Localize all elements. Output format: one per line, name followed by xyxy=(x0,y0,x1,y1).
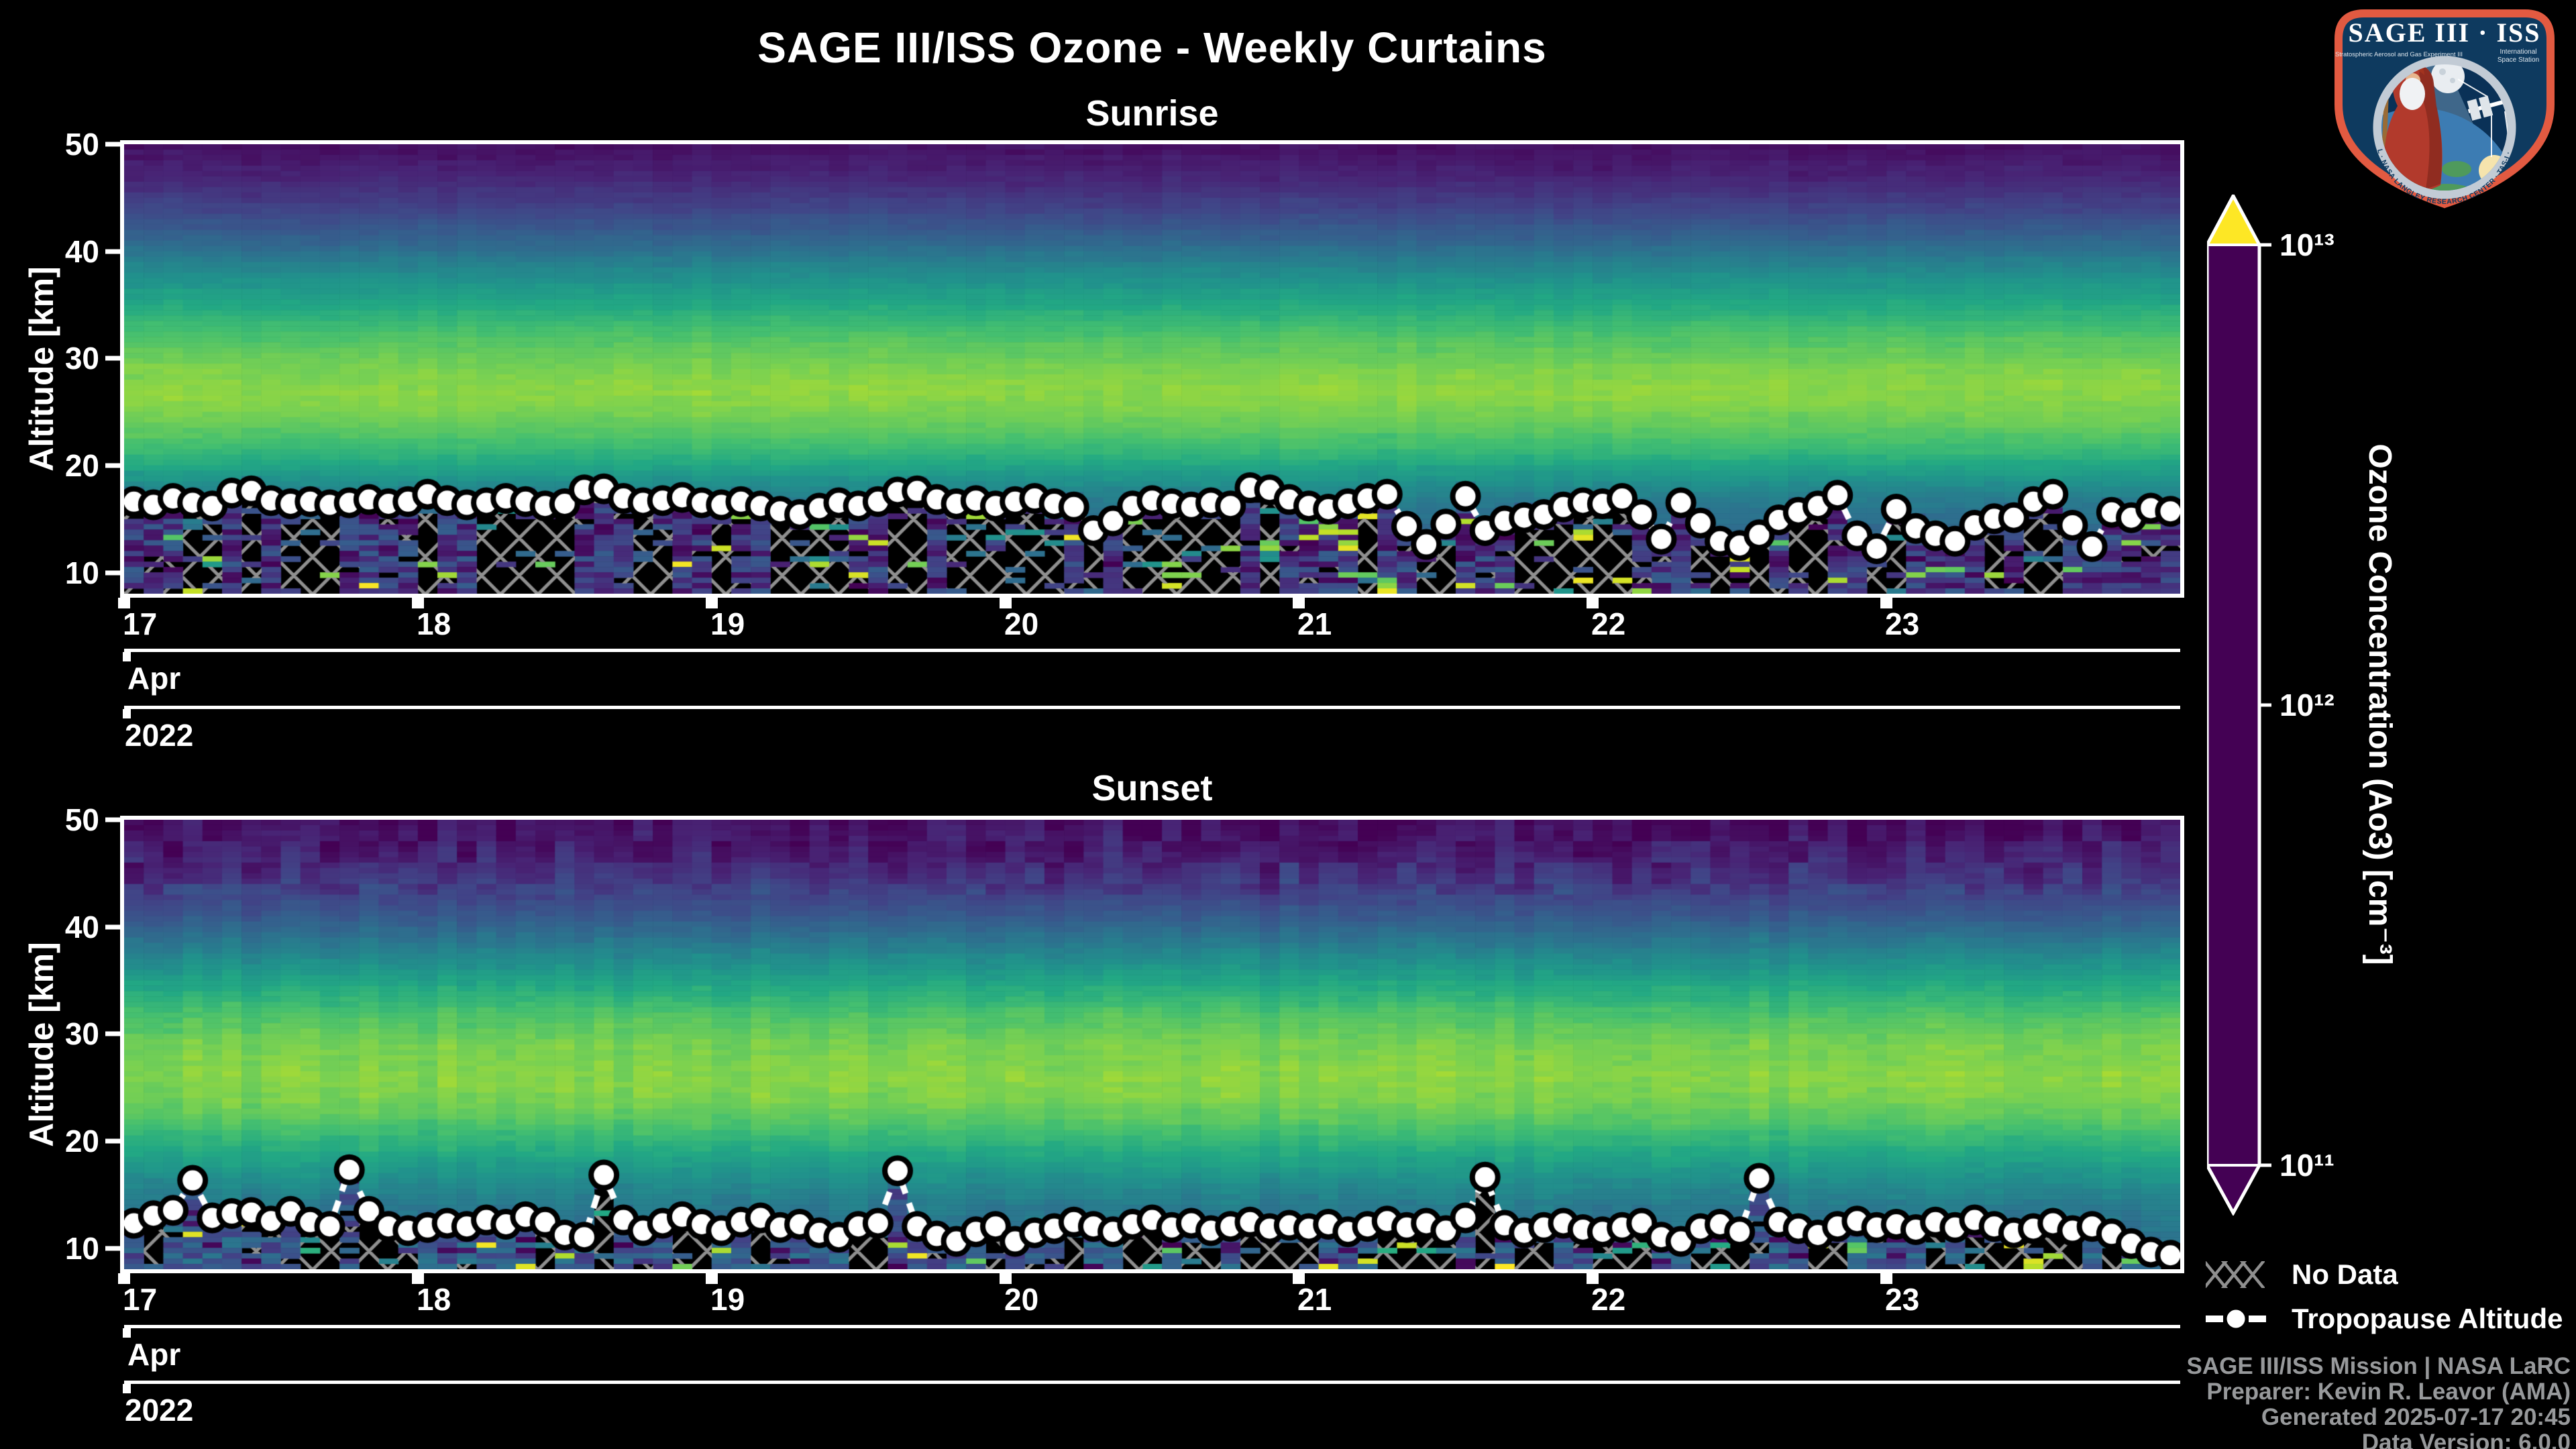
y-tick-label: 30 xyxy=(64,341,99,376)
no-data-legend-label: No Data xyxy=(2292,1258,2398,1290)
colorbar-tick-label: 10¹³ xyxy=(2279,227,2334,262)
y-tick-label: 50 xyxy=(64,127,99,162)
y-tick-label: 40 xyxy=(64,234,99,269)
patch-subtitle-right-1: International xyxy=(2500,48,2536,56)
x-tick-label: 18 xyxy=(417,606,451,641)
year-axis-line xyxy=(124,1381,2180,1384)
x-tick-label: 18 xyxy=(417,1282,451,1317)
month-label: Apr xyxy=(127,1337,181,1372)
legend-dash-icon xyxy=(2249,1316,2266,1322)
y-tick xyxy=(105,1138,120,1144)
x-tick-label: 23 xyxy=(1885,606,1920,641)
colorbar-extend-min-arrow xyxy=(2207,1165,2259,1213)
colorbar-tick-label: 10¹² xyxy=(2279,688,2334,722)
patch-title: SAGE III · ISS xyxy=(2348,17,2540,48)
attribution-block: SAGE III/ISS Mission | NASA LaRC Prepare… xyxy=(2187,1354,2571,1449)
sage-iii-iss-mission-patch-logo: SAGE III · ISS Stratospheric Aerosol and… xyxy=(2318,4,2555,209)
sunset-heatmap-canvas xyxy=(124,820,2180,1269)
patch-subtitle-right-2: Space Station xyxy=(2498,56,2539,64)
y-tick xyxy=(105,142,120,147)
colorbar xyxy=(2207,195,2271,1216)
x-tick-label: 20 xyxy=(1004,606,1039,641)
attribution-generated: Generated 2025-07-17 20:45 xyxy=(2261,1404,2571,1430)
page-title: SAGE III/ISS Ozone - Weekly Curtains xyxy=(757,23,1547,72)
x-tick-label: 21 xyxy=(1297,1282,1332,1317)
legend-dash-icon xyxy=(2206,1316,2223,1322)
y-tick-label: 20 xyxy=(64,448,99,483)
y-tick xyxy=(105,924,120,930)
y-tick xyxy=(105,1246,120,1251)
legend-marker-circle-icon xyxy=(2223,1306,2249,1332)
x-tick-label: 21 xyxy=(1297,606,1332,641)
x-tick-label: 20 xyxy=(1004,1282,1039,1317)
month-axis-line xyxy=(124,649,2180,652)
y-tick-label: 20 xyxy=(64,1124,99,1159)
y-tick xyxy=(105,570,120,576)
x-tick-label: 17 xyxy=(123,1282,158,1317)
y-tick-label: 10 xyxy=(64,1231,99,1266)
panel-title-sunrise: Sunrise xyxy=(1085,93,1219,133)
year-label: 2022 xyxy=(125,1393,194,1428)
attribution-mission: SAGE III/ISS Mission | NASA LaRC xyxy=(2186,1353,2571,1379)
year-label: 2022 xyxy=(125,718,194,753)
x-tick-label: 17 xyxy=(123,606,158,641)
attribution-data-version: Data Version: 6.0.0 xyxy=(2361,1430,2571,1449)
colorbar-extend-max-arrow xyxy=(2207,196,2259,245)
colorbar-axis-label: Ozone Concentration (Ao3) [cm⁻³] xyxy=(2362,443,2398,965)
y-tick xyxy=(105,817,120,822)
x-tick-label: 22 xyxy=(1591,606,1626,641)
x-tick-label: 22 xyxy=(1591,1282,1626,1317)
sunrise-heatmap-canvas xyxy=(124,144,2180,594)
y-tick xyxy=(105,463,120,468)
month-label: Apr xyxy=(127,661,181,696)
sunset-panel-frame xyxy=(120,816,2184,1273)
panel-title-sunset: Sunset xyxy=(1091,768,1213,808)
x-tick-label: 23 xyxy=(1885,1282,1920,1317)
year-axis-line xyxy=(124,706,2180,709)
moon-crater xyxy=(2450,78,2455,83)
y-tick xyxy=(105,356,120,361)
y-tick-label: 30 xyxy=(64,1016,99,1051)
tropopause-legend-label: Tropopause Altitude xyxy=(2292,1303,2563,1334)
x-tick-label: 19 xyxy=(710,1282,745,1317)
month-axis-line xyxy=(124,1325,2180,1328)
y-tick-label: 40 xyxy=(64,910,99,945)
colorbar-tick-label: 10¹¹ xyxy=(2279,1148,2334,1183)
tropopause-legend-swatch xyxy=(2206,1306,2266,1332)
attribution-preparer: Preparer: Kevin R. Leavor (AMA) xyxy=(2206,1379,2571,1405)
y-tick-label: 50 xyxy=(64,802,99,837)
no-data-legend-swatch xyxy=(2206,1261,2265,1288)
y-tick xyxy=(105,249,120,254)
figure-canvas: SAGE III/ISS Ozone - Weekly Curtains Sun… xyxy=(0,0,2576,1449)
colorbar-gradient xyxy=(2207,245,2259,1165)
x-tick-label: 19 xyxy=(710,606,745,641)
sunrise-panel-frame xyxy=(120,140,2184,598)
y-tick-label: 10 xyxy=(64,555,99,590)
moon-crater xyxy=(2439,68,2446,75)
y-tick xyxy=(105,1031,120,1036)
